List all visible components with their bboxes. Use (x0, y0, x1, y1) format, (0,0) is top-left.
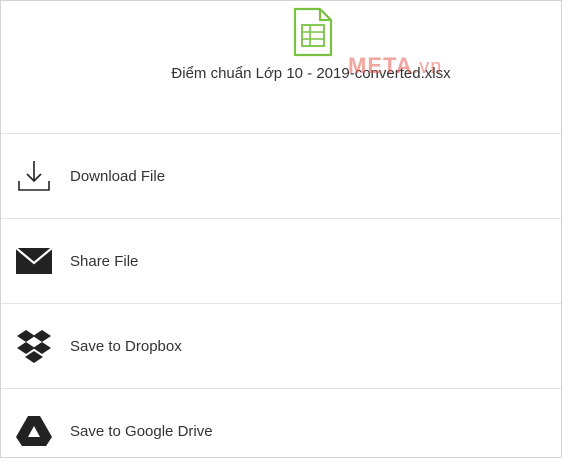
dropbox-icon (15, 327, 53, 365)
download-file-label: Download File (70, 167, 166, 185)
download-file-item[interactable]: Download File (1, 134, 561, 219)
spreadsheet-file-icon (292, 7, 334, 57)
share-file-label: Share File (70, 252, 139, 270)
save-to-google-drive-label: Save to Google Drive (70, 422, 213, 440)
envelope-icon (15, 242, 53, 280)
download-icon (15, 157, 53, 195)
watermark-brand: META (348, 53, 413, 78)
watermark-logo: META.vn (348, 53, 442, 79)
save-to-google-drive-item[interactable]: Save to Google Drive (1, 389, 561, 457)
file-header: Điểm chuẩn Lớp 10 - 2019-converted.xlsx … (1, 1, 561, 134)
watermark-suffix: .vn (412, 56, 443, 78)
google-drive-icon (15, 412, 53, 450)
share-panel: Điểm chuẩn Lớp 10 - 2019-converted.xlsx … (0, 0, 562, 458)
share-file-item[interactable]: Share File (1, 219, 561, 304)
save-to-dropbox-label: Save to Dropbox (70, 337, 182, 355)
file-name: Điểm chuẩn Lớp 10 - 2019-converted.xlsx (171, 65, 451, 82)
save-to-dropbox-item[interactable]: Save to Dropbox (1, 304, 561, 389)
